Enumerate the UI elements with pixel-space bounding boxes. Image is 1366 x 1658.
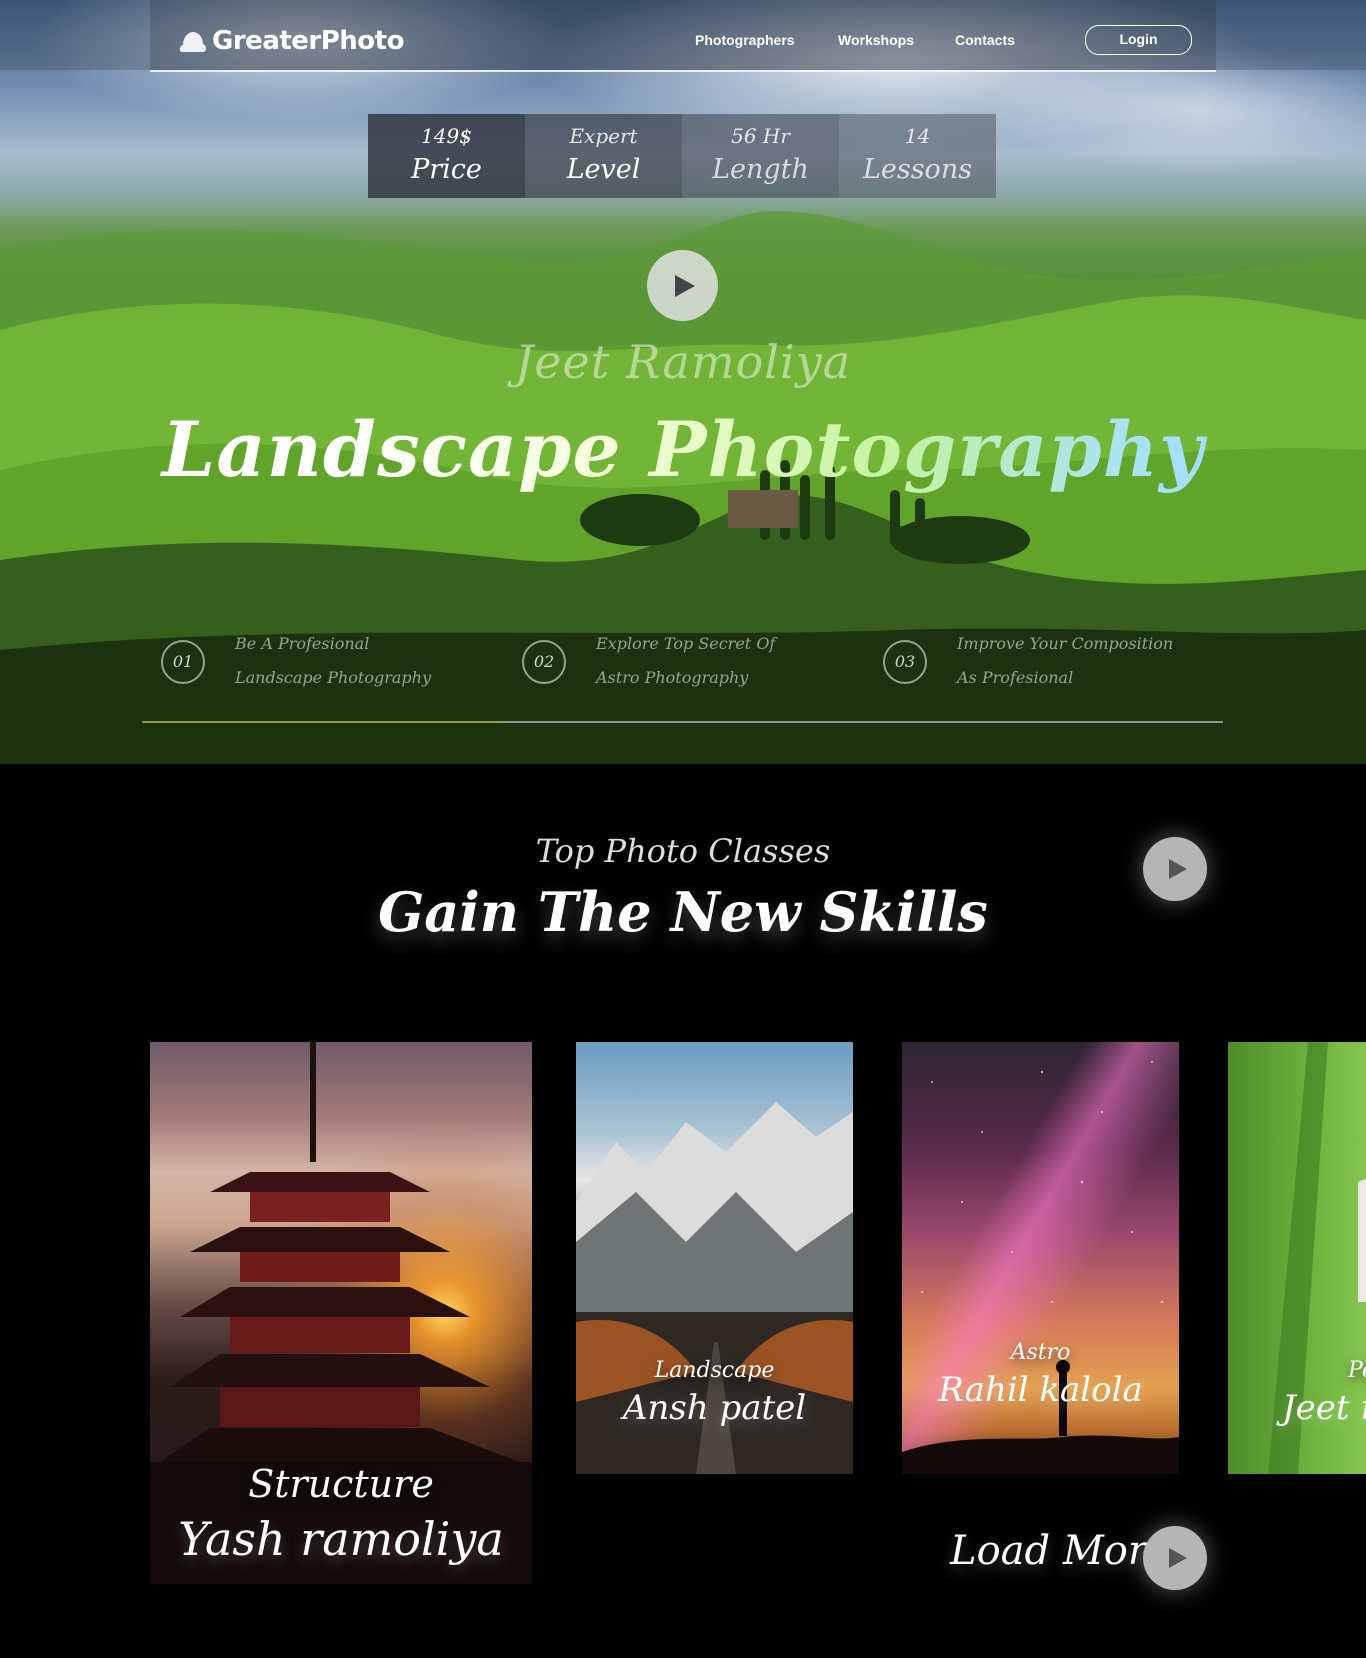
nav-link-contacts[interactable]: Contacts (955, 32, 1015, 48)
card-category: Pe (1348, 1358, 1366, 1383)
card-category: Structure (248, 1462, 434, 1506)
card-category: Landscape (654, 1358, 775, 1383)
login-button[interactable]: Login (1085, 25, 1192, 55)
card-category: Astro (1010, 1340, 1071, 1365)
hero-play-button[interactable] (647, 250, 718, 321)
card-photographer: Rahil kalola (938, 1370, 1143, 1410)
nav-link-workshops[interactable]: Workshops (838, 32, 914, 48)
class-card[interactable]: Structure Yash ramoliya (150, 1042, 532, 1584)
stat-value: 56 Hr (731, 124, 790, 148)
feature-number: 01 (161, 640, 205, 684)
stat-label: Level (566, 154, 641, 185)
stat-length: 56 Hr Length (682, 114, 839, 198)
play-icon (1168, 859, 1187, 879)
course-stats: 149$ Price Expert Level 56 Hr Length 14 … (368, 114, 997, 198)
stat-label: Lessons (862, 154, 973, 185)
site-logo[interactable]: GreaterPhoto (178, 26, 404, 56)
class-card[interactable]: Astro Rahil kalola (902, 1042, 1179, 1474)
feature-text: Improve Your Composition (957, 634, 1174, 653)
hero-progress-fill (142, 721, 499, 723)
stat-price: 149$ Price (368, 114, 525, 198)
feature-text: Astro Photography (596, 668, 749, 687)
play-icon (675, 274, 695, 297)
stat-label: Length (712, 154, 809, 185)
stat-lessons: 14 Lessons (839, 114, 996, 198)
card-photographer: Ansh patel (622, 1388, 807, 1428)
hero-title: Landscape Photography (0, 405, 1366, 494)
section-play-button[interactable] (1143, 837, 1207, 901)
feature-item: 02 Explore Top Secret Of Astro Photograp… (522, 634, 852, 720)
logo-text: GreaterPhoto (212, 26, 404, 56)
stat-value: 149$ (421, 124, 472, 148)
stat-value: 14 (904, 124, 931, 148)
cloud-icon (179, 32, 206, 52)
feature-number: 03 (883, 640, 927, 684)
hero-progress-bar (142, 721, 1223, 723)
card-photographer: Jeet ra (1282, 1388, 1366, 1428)
stat-level: Expert Level (525, 114, 682, 198)
feature-text: Be A Profesional (235, 634, 370, 653)
nav-link-photographers[interactable]: Photographers (695, 32, 795, 48)
load-more-button[interactable] (1143, 1526, 1207, 1590)
stat-value: Expert (569, 124, 638, 148)
feature-number: 02 (522, 640, 566, 684)
card-photographer: Yash ramoliya (178, 1512, 504, 1566)
stat-label: Price (411, 154, 482, 185)
class-card[interactable]: Pe Jeet ra (1228, 1042, 1366, 1474)
feature-item: 03 Improve Your Composition As Profesion… (883, 634, 1213, 720)
load-more-label[interactable]: Load More (950, 1528, 1171, 1574)
feature-text: Explore Top Secret Of (596, 634, 776, 653)
play-icon (1168, 1548, 1187, 1568)
hero-author: Jeet Ramoliya (514, 335, 852, 389)
feature-item: 01 Be A Profesional Landscape Photograph… (161, 634, 491, 720)
hero-section: GreaterPhoto Photographers Workshops Con… (0, 0, 1366, 764)
feature-text: Landscape Photography (235, 668, 431, 687)
feature-text: As Profesional (957, 668, 1074, 687)
class-card[interactable]: Landscape Ansh patel (576, 1042, 853, 1474)
